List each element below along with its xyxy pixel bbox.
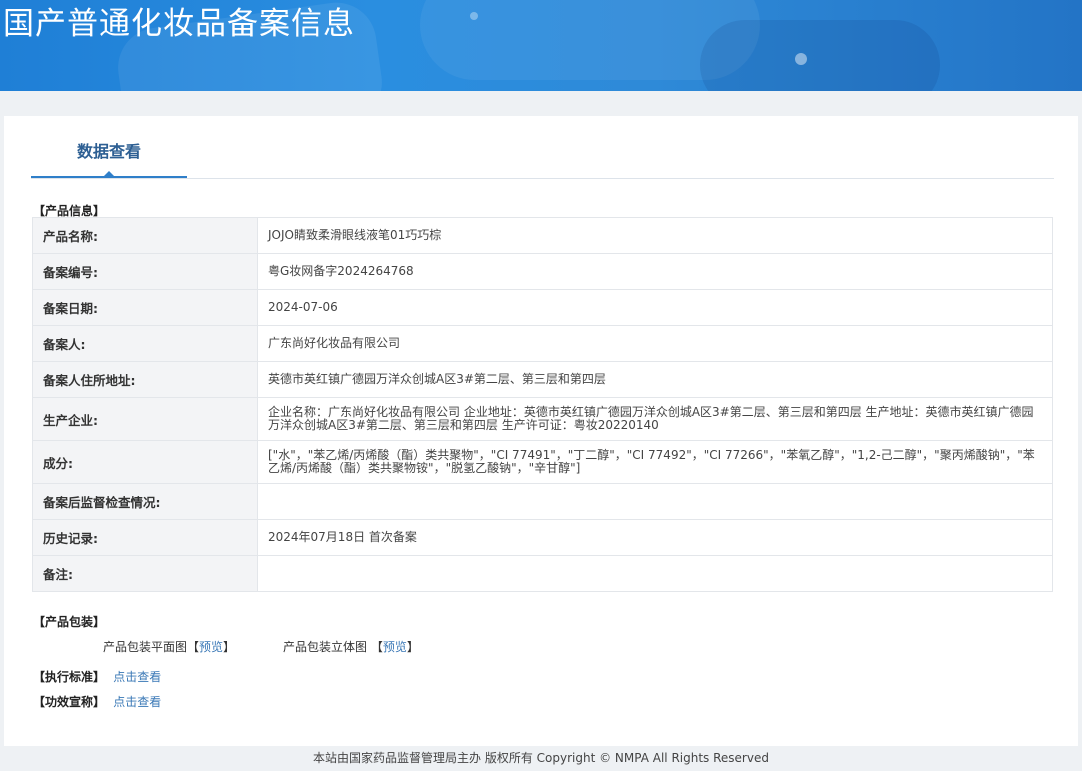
field-value: ["水"，"苯乙烯/丙烯酸（酯）类共聚物"，"CI 77491"，"丁二醇"，"… — [257, 440, 1053, 484]
preview-solid-link[interactable]: 预览 — [383, 640, 407, 654]
field-value: 英德市英红镇广德园万洋众创城A区3#第二层、第三层和第四层 — [257, 361, 1053, 398]
packaging-solid: 产品包装立体图 【预览】 — [283, 638, 419, 655]
field-label: 历史记录: — [32, 519, 258, 556]
field-value — [257, 555, 1053, 592]
field-label: 生产企业: — [32, 397, 258, 441]
preview-flat-link[interactable]: 预览 — [199, 640, 223, 654]
header-banner: 国产普通化妆品备案信息 — [0, 0, 1082, 91]
table-row: 备案编号: 粤G妆网备字2024264768 — [32, 253, 1053, 290]
field-value — [257, 483, 1053, 520]
bracket-close: 】 — [406, 640, 419, 654]
banner-decoration — [795, 53, 807, 65]
section-title-packaging: 【产品包装】 — [33, 615, 106, 629]
table-row: 历史记录: 2024年07月18日 首次备案 — [32, 519, 1053, 556]
field-label: 备案后监督检查情况: — [32, 483, 258, 520]
table-row: 产品名称: JOJO睛致柔滑眼线液笔01巧巧棕 — [32, 217, 1053, 254]
field-label: 备案人: — [32, 325, 258, 362]
field-label: 成分: — [32, 440, 258, 484]
field-value: 企业名称：广东尚好化妆品有限公司 企业地址：英德市英红镇广德园万洋众创城A区3#… — [257, 397, 1053, 441]
table-row: 生产企业: 企业名称：广东尚好化妆品有限公司 企业地址：英德市英红镇广德园万洋众… — [32, 397, 1053, 441]
content-panel: 数据查看 【产品信息】 产品名称: JOJO睛致柔滑眼线液笔01巧巧棕 备案编号… — [4, 116, 1078, 746]
standard-view-link[interactable]: 点击查看 — [113, 670, 161, 684]
bracket-open: 【 — [370, 640, 383, 654]
footer-copyright: 本站由国家药品监督管理局主办 版权所有 Copyright © NMPA All… — [313, 751, 769, 765]
table-row: 备案日期: 2024-07-06 — [32, 289, 1053, 326]
field-label: 备案人住所地址: — [32, 361, 258, 398]
field-label: 备案编号: — [32, 253, 258, 290]
field-label: 备注: — [32, 555, 258, 592]
section-title-standard: 【执行标准】 — [33, 670, 106, 684]
field-label: 产品名称: — [32, 217, 258, 254]
field-value: 2024年07月18日 首次备案 — [257, 519, 1053, 556]
table-row: 成分: ["水"，"苯乙烯/丙烯酸（酯）类共聚物"，"CI 77491"，"丁二… — [32, 440, 1053, 484]
bracket-close: 】 — [223, 640, 236, 654]
packaging-solid-label: 产品包装立体图 — [283, 640, 368, 654]
banner-decoration — [470, 12, 478, 20]
field-value: JOJO睛致柔滑眼线液笔01巧巧棕 — [257, 217, 1053, 254]
bracket-open: 【 — [187, 640, 200, 654]
field-value: 广东尚好化妆品有限公司 — [257, 325, 1053, 362]
section-title-efficacy: 【功效宣称】 — [33, 695, 106, 709]
product-info-table: 产品名称: JOJO睛致柔滑眼线液笔01巧巧棕 备案编号: 粤G妆网备字2024… — [32, 217, 1053, 592]
page-title: 国产普通化妆品备案信息 — [3, 6, 355, 42]
table-row: 备案人住所地址: 英德市英红镇广德园万洋众创城A区3#第二层、第三层和第四层 — [32, 361, 1053, 398]
table-row: 备案后监督检查情况: — [32, 483, 1053, 520]
field-value: 2024-07-06 — [257, 289, 1053, 326]
table-row: 备注: — [32, 555, 1053, 592]
tab-bar: 数据查看 — [31, 140, 1054, 179]
field-label: 备案日期: — [32, 289, 258, 326]
banner-decoration — [700, 20, 940, 91]
tab-active-caret-icon — [103, 171, 115, 177]
efficacy-view-link[interactable]: 点击查看 — [113, 695, 161, 709]
section-standard: 【执行标准】 点击查看 — [33, 668, 161, 685]
section-efficacy: 【功效宣称】 点击查看 — [33, 693, 161, 710]
packaging-flat-label: 产品包装平面图 — [103, 640, 188, 654]
table-row: 备案人: 广东尚好化妆品有限公司 — [32, 325, 1053, 362]
packaging-flat: 产品包装平面图【预览】 — [103, 638, 235, 655]
field-value: 粤G妆网备字2024264768 — [257, 253, 1053, 290]
